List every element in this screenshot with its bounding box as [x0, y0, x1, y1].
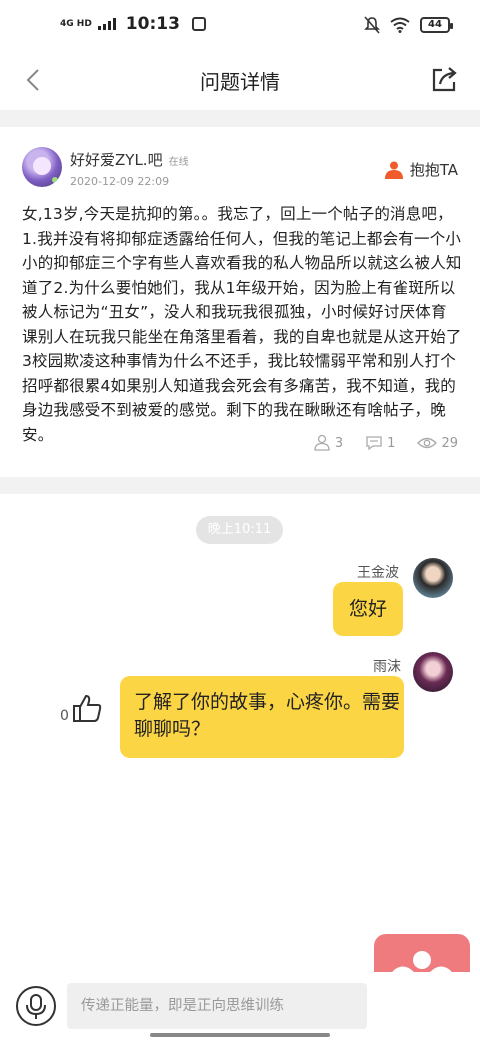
hug-button[interactable]: 抱抱TA: [384, 159, 458, 180]
hug-label: 抱抱TA: [409, 161, 458, 179]
message-bubble: 了解了你的故事，心疼你。需要聊聊吗？: [120, 676, 404, 758]
status-bar: 4G HD 10:13 44: [0, 0, 480, 52]
view-count-value: 29: [441, 435, 458, 451]
comment-count-value: 1: [387, 435, 396, 451]
comment-icon: [366, 436, 382, 451]
post-card: 好好爱ZYL.吧 在线 2020-12-09 22:09 抱抱TA 女,13岁,今…: [0, 127, 480, 477]
message-sender: 雨沫: [373, 659, 401, 675]
like-count: 0: [60, 708, 69, 724]
status-right: 44: [364, 16, 453, 34]
page-title: 问题详情: [200, 70, 280, 94]
sender-avatar[interactable]: [413, 558, 453, 598]
chat-area: 晚上10:11 王金波 您好 雨沫 0 了解了你的故事，心疼你。需要聊聊吗？: [0, 494, 480, 972]
thumbs-up-icon: [72, 694, 102, 722]
like-button[interactable]: 0: [60, 692, 103, 724]
message-sender: 王金波: [357, 565, 399, 581]
home-indicator: [150, 1033, 330, 1037]
share-icon[interactable]: [430, 64, 460, 94]
hug-count[interactable]: 3: [313, 434, 343, 452]
sender-avatar[interactable]: [413, 652, 453, 692]
clock: 10:13: [125, 14, 180, 34]
online-status: 在线: [168, 157, 189, 168]
microphone-icon: [26, 994, 46, 1019]
hug-person-icon: [384, 161, 403, 179]
post-date: 2020-12-09 22:09: [70, 175, 170, 188]
hug-outline-icon: [314, 434, 330, 451]
status-left: 4G HD 10:13: [60, 14, 206, 34]
nav-bar: 问题详情: [0, 52, 480, 110]
author-avatar[interactable]: [22, 147, 62, 187]
app-notification-icon: [191, 17, 206, 31]
chat-time-label: 晚上10:11: [196, 516, 283, 544]
message-input[interactable]: [67, 983, 367, 1029]
post-stats: 3 1 29: [313, 434, 458, 452]
eye-icon: [417, 437, 438, 449]
view-count: 29: [417, 434, 458, 452]
comment-count[interactable]: 1: [365, 434, 395, 452]
signal-icon: [97, 18, 116, 30]
post-body: 女,13岁,今天是抗抑的第。。我忘了，回上一个帖子的消息吧，1.我并没有将抑郁症…: [22, 205, 462, 444]
author-name-row: 好好爱ZYL.吧 在线: [70, 149, 189, 170]
battery-icon: 44: [420, 17, 453, 33]
wifi-icon: [390, 17, 410, 33]
bottom-input-bar: [0, 972, 480, 1040]
hug-count-value: 3: [334, 435, 344, 451]
network-label: 4G HD: [60, 18, 92, 29]
mute-icon: [364, 16, 380, 34]
author-name[interactable]: 好好爱ZYL.吧: [70, 151, 163, 169]
voice-button[interactable]: [16, 986, 56, 1026]
message-bubble: 您好: [333, 582, 403, 636]
